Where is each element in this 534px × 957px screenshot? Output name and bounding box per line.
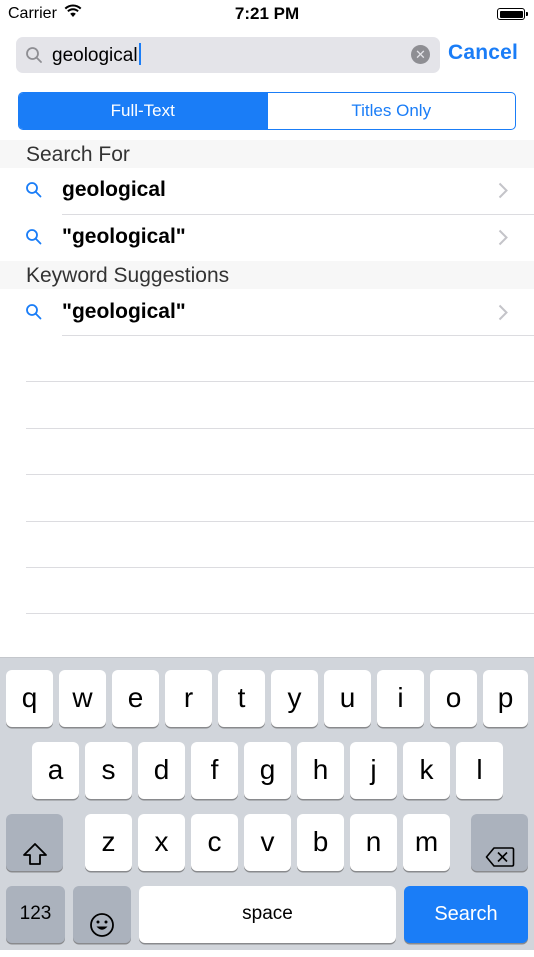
row-separator bbox=[26, 613, 534, 614]
result-label: "geological" bbox=[62, 225, 186, 248]
search-input[interactable]: geological ✕ bbox=[16, 37, 440, 73]
clock: 7:21 PM bbox=[234, 4, 300, 23]
search-key[interactable]: Search bbox=[404, 886, 528, 943]
key-l[interactable]: l bbox=[456, 742, 503, 799]
key-z[interactable]: z bbox=[85, 814, 132, 871]
key-p[interactable]: p bbox=[483, 670, 528, 727]
row-separator bbox=[26, 428, 534, 429]
key-a[interactable]: a bbox=[32, 742, 79, 799]
row-separator bbox=[26, 381, 534, 382]
section-header-label: Search For bbox=[26, 143, 130, 166]
key-u[interactable]: u bbox=[324, 670, 371, 727]
key-j[interactable]: j bbox=[350, 742, 397, 799]
emoji-key[interactable] bbox=[73, 886, 131, 943]
key-e[interactable]: e bbox=[112, 670, 159, 727]
result-row[interactable]: "geological" bbox=[0, 290, 534, 336]
key-g[interactable]: g bbox=[244, 742, 291, 799]
row-separator bbox=[26, 567, 534, 568]
status-bar: Carrier 7:21 PM bbox=[0, 0, 534, 28]
section-header-keyword-suggestions: Keyword Suggestions bbox=[0, 261, 534, 289]
row-separator bbox=[26, 521, 534, 522]
key-k[interactable]: k bbox=[403, 742, 450, 799]
delete-key[interactable] bbox=[471, 814, 528, 871]
key-i[interactable]: i bbox=[377, 670, 424, 727]
text-cursor bbox=[138, 43, 141, 65]
key-d[interactable]: d bbox=[138, 742, 185, 799]
numbers-key[interactable]: 123 bbox=[6, 886, 65, 943]
section-header-search-for: Search For bbox=[0, 140, 534, 168]
shift-icon bbox=[22, 829, 48, 885]
emoji-icon bbox=[89, 901, 115, 957]
key-s[interactable]: s bbox=[85, 742, 132, 799]
search-scope-segmented-control: Full-Text Titles Only bbox=[18, 92, 516, 130]
search-query-text: geological bbox=[52, 43, 141, 67]
key-n[interactable]: n bbox=[350, 814, 397, 871]
chevron-right-icon bbox=[498, 182, 508, 204]
key-b[interactable]: b bbox=[297, 814, 344, 871]
search-icon bbox=[25, 46, 43, 69]
keyboard: q w e r t y u i o p a s d f g h j k l z … bbox=[0, 657, 534, 950]
row-separator bbox=[26, 474, 534, 475]
search-icon bbox=[25, 228, 43, 251]
battery-icon bbox=[497, 8, 528, 20]
section-header-label: Keyword Suggestions bbox=[26, 264, 230, 287]
chevron-right-icon bbox=[498, 229, 508, 251]
chevron-right-icon bbox=[498, 304, 508, 326]
key-t[interactable]: t bbox=[218, 670, 265, 727]
key-m[interactable]: m bbox=[403, 814, 450, 871]
segment-titles-only[interactable]: Titles Only bbox=[266, 93, 516, 129]
shift-key[interactable] bbox=[6, 814, 63, 871]
key-o[interactable]: o bbox=[430, 670, 477, 727]
segment-full-text[interactable]: Full-Text bbox=[19, 93, 267, 129]
space-key[interactable]: space bbox=[139, 886, 396, 943]
result-label: geological bbox=[62, 178, 166, 201]
key-r[interactable]: r bbox=[165, 670, 212, 727]
key-h[interactable]: h bbox=[297, 742, 344, 799]
result-row[interactable]: "geological" bbox=[0, 215, 534, 261]
clear-icon[interactable]: ✕ bbox=[411, 45, 430, 64]
result-label: "geological" bbox=[62, 300, 186, 323]
backspace-icon bbox=[485, 831, 515, 887]
search-icon bbox=[25, 181, 43, 204]
key-x[interactable]: x bbox=[138, 814, 185, 871]
key-w[interactable]: w bbox=[59, 670, 106, 727]
key-c[interactable]: c bbox=[191, 814, 238, 871]
cancel-button[interactable]: Cancel bbox=[448, 41, 518, 65]
key-f[interactable]: f bbox=[191, 742, 238, 799]
key-v[interactable]: v bbox=[244, 814, 291, 871]
row-separator bbox=[62, 335, 534, 336]
key-y[interactable]: y bbox=[271, 670, 318, 727]
search-icon bbox=[25, 303, 43, 326]
key-q[interactable]: q bbox=[6, 670, 53, 727]
search-query-value: geological bbox=[52, 45, 138, 66]
result-row[interactable]: geological bbox=[0, 168, 534, 214]
